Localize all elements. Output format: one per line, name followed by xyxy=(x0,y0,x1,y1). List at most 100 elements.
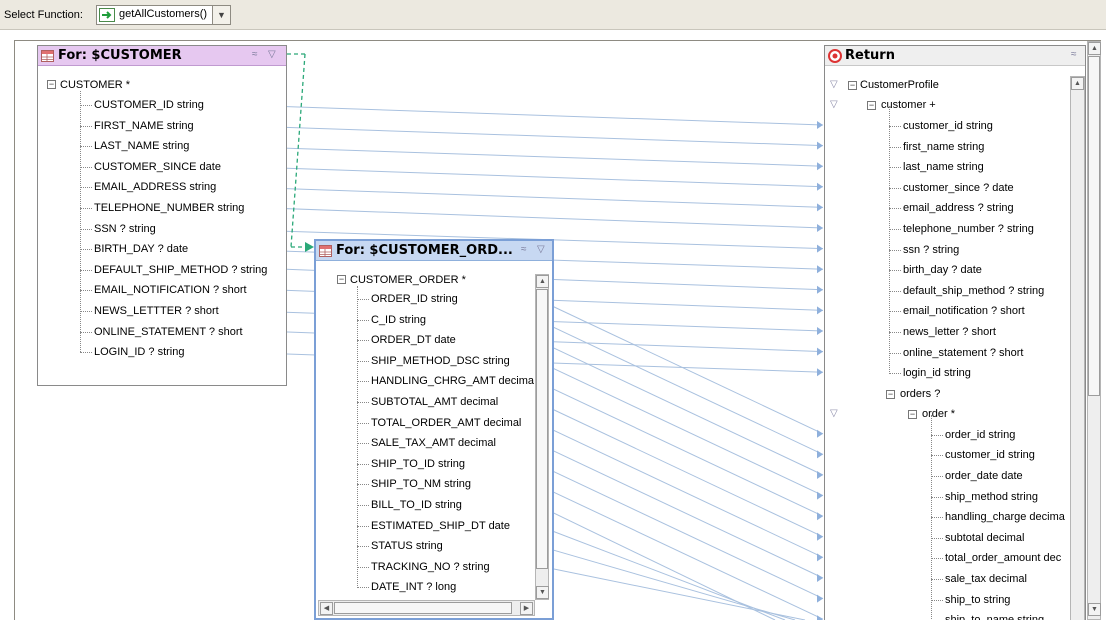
return-orders-node: orders ? xyxy=(900,387,941,400)
mapping-arrow-icon xyxy=(817,203,823,212)
scroll-up-icon[interactable]: ▲ xyxy=(1088,42,1101,55)
tree-connector xyxy=(357,546,369,548)
tree-connector xyxy=(931,537,943,539)
canvas-vertical-scrollbar[interactable]: ▲ ▼ xyxy=(1087,41,1101,620)
expand-toggle-icon[interactable]: − xyxy=(848,81,857,90)
return-inner-scrollbar[interactable]: ▲ xyxy=(1070,76,1085,620)
mapping-line xyxy=(197,144,824,167)
scrollbar-thumb[interactable] xyxy=(536,289,548,569)
return-customer-field: email_address ? string xyxy=(903,202,1014,215)
return-customer-field: ssn ? string xyxy=(903,243,960,256)
scrollbar-thumb[interactable] xyxy=(1088,56,1100,396)
filter-icon[interactable]: ▽ xyxy=(830,407,838,421)
order-field: SHIP_TO_ID string xyxy=(371,457,465,470)
scroll-left-icon[interactable]: ◀ xyxy=(320,602,333,615)
return-customer-field: telephone_number ? string xyxy=(903,223,1034,235)
tree-connector xyxy=(889,146,901,148)
tree-connector xyxy=(889,332,901,333)
order-field: SUBTOTAL_AMT decimal xyxy=(371,396,499,408)
return-box[interactable]: Return ≈ ▲ ▽ − CustomerProfile ▽ − customer +… xyxy=(824,45,1086,620)
return-root: CustomerProfile xyxy=(860,79,939,91)
mapping-line xyxy=(532,378,824,517)
return-customer-field: online_statement ? short xyxy=(903,346,1024,359)
mapping-line xyxy=(290,53,306,248)
scroll-up-icon[interactable]: ▲ xyxy=(1071,77,1084,90)
tree-connector xyxy=(80,187,92,189)
expand-toggle-icon[interactable]: − xyxy=(886,389,895,399)
expand-toggle-icon[interactable]: − xyxy=(908,409,917,419)
return-order-field: subtotal decimal xyxy=(945,531,1025,544)
mapping-arrow-icon xyxy=(817,553,823,562)
tree-connector xyxy=(80,125,92,127)
mapping-arrow-icon xyxy=(817,327,823,335)
tree-connector xyxy=(889,229,901,230)
expand-toggle-icon[interactable]: − xyxy=(337,275,346,284)
tree-connector xyxy=(889,373,901,375)
tree-connector xyxy=(80,166,92,168)
order-root: CUSTOMER_ORDER * xyxy=(350,274,466,286)
order-vertical-scrollbar[interactable]: ▲ ▼ xyxy=(535,274,549,600)
tree-connector xyxy=(80,105,92,106)
tree-connector xyxy=(80,290,92,292)
collapse-icon[interactable]: ≈ xyxy=(521,244,527,255)
tree-connector xyxy=(357,525,369,527)
function-select[interactable]: getAllCustomers() ▼ xyxy=(96,5,231,25)
return-order-field: order_date date xyxy=(945,470,1023,482)
scroll-down-icon[interactable]: ▼ xyxy=(1088,603,1101,616)
customer-field: CUSTOMER_SINCE date xyxy=(94,160,221,173)
mapping-canvas[interactable]: For: $CUSTOMER ≈ ▽ − CUSTOMER * CUSTOMER… xyxy=(14,40,1101,620)
scope-arrow-icon xyxy=(305,242,314,252)
order-box-header[interactable]: For: $CUSTOMER_ORD... ≈ ▽ xyxy=(316,241,552,261)
mapping-line xyxy=(532,358,824,497)
mapping-line xyxy=(222,185,824,208)
customer-field: EMAIL_NOTIFICATION ? short xyxy=(94,284,247,297)
scroll-right-icon[interactable]: ▶ xyxy=(520,602,533,615)
filter-icon[interactable]: ▽ xyxy=(830,78,838,92)
filter-icon[interactable]: ▽ xyxy=(537,244,545,255)
mapping-line xyxy=(204,124,824,147)
order-field: SHIP_TO_NM string xyxy=(371,478,472,491)
return-customer-field: login_id string xyxy=(903,367,971,380)
collapse-icon[interactable]: ≈ xyxy=(1071,49,1077,60)
tree-connector xyxy=(357,463,369,465)
scrollbar-thumb[interactable] xyxy=(334,602,512,614)
return-customer-field: default_ship_method ? string xyxy=(903,284,1045,297)
order-horizontal-scrollbar[interactable]: ◀ ▶ xyxy=(318,600,535,616)
select-function-label: Select Function: xyxy=(4,9,83,21)
customer-root: CUSTOMER * xyxy=(60,79,131,91)
mapping-arrow-icon xyxy=(817,182,823,191)
customer-field: LAST_NAME string xyxy=(94,140,190,153)
mapping-arrow-icon xyxy=(817,121,823,129)
expand-toggle-icon[interactable]: − xyxy=(867,101,876,110)
customer-order-for-box[interactable]: For: $CUSTOMER_ORD... ≈ ▽ − CUSTOMER_ORD… xyxy=(314,239,554,620)
mapping-line xyxy=(532,440,824,579)
order-field: TRACKING_NO ? string xyxy=(371,560,490,573)
return-order-field: sale_tax decimal xyxy=(945,573,1027,585)
chevron-down-icon[interactable]: ▼ xyxy=(212,6,230,24)
mapping-arrow-icon xyxy=(817,285,823,294)
tree-connector xyxy=(357,505,369,506)
mapping-line xyxy=(210,103,824,126)
mapping-arrow-icon xyxy=(817,450,823,459)
customer-for-box[interactable]: For: $CUSTOMER ≈ ▽ − CUSTOMER * CUSTOMER… xyxy=(37,45,287,386)
order-box-title: For: $CUSTOMER_ORD... xyxy=(336,243,513,258)
mapping-line xyxy=(532,543,796,620)
return-box-title: Return xyxy=(845,48,895,63)
table-icon xyxy=(319,245,332,257)
tree-connector xyxy=(80,331,92,333)
scroll-up-icon[interactable]: ▲ xyxy=(536,275,549,288)
scroll-down-icon[interactable]: ▼ xyxy=(536,586,549,599)
mapping-line xyxy=(532,337,824,476)
tree-connector xyxy=(889,208,901,210)
filter-icon[interactable]: ▽ xyxy=(830,98,838,112)
tree-connector xyxy=(889,187,901,189)
return-box-header[interactable]: Return ≈ xyxy=(825,46,1085,66)
tree-connector xyxy=(931,476,943,477)
expand-toggle-icon[interactable]: − xyxy=(47,80,56,89)
filter-icon[interactable]: ▽ xyxy=(268,49,276,60)
customer-box-header[interactable]: For: $CUSTOMER ≈ ▽ xyxy=(38,46,286,66)
collapse-icon[interactable]: ≈ xyxy=(252,49,258,60)
tree-connector xyxy=(931,455,943,457)
tree-connector xyxy=(889,290,901,292)
tree-connector xyxy=(889,249,901,251)
